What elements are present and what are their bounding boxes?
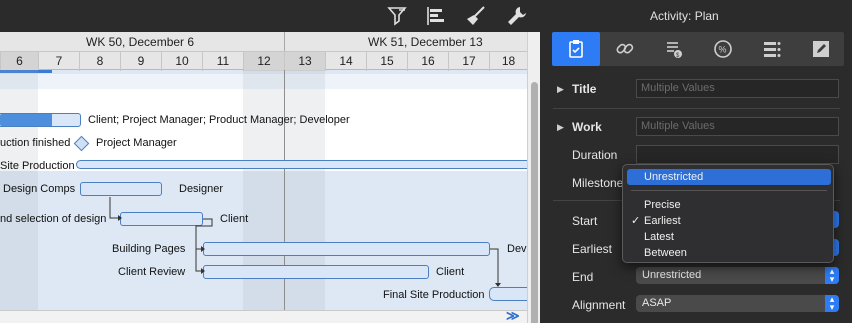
inspector-tab-bar: $ % xyxy=(552,32,844,66)
week-label: WK 50, December 6 xyxy=(86,35,195,49)
milestone-label: Milestone xyxy=(572,176,624,190)
day-cell: 6 xyxy=(0,52,38,71)
title-field[interactable]: Multiple Values xyxy=(636,79,839,98)
menu-item-unrestricted[interactable]: Unrestricted xyxy=(627,169,831,185)
list-icon xyxy=(764,42,781,57)
pencil-icon xyxy=(813,41,829,57)
work-field[interactable]: Multiple Values xyxy=(636,117,839,136)
start-label: Start xyxy=(572,214,598,228)
tab-percent[interactable]: % xyxy=(699,32,747,66)
end-popup[interactable]: Unrestricted ▴ ▾ xyxy=(636,267,839,284)
end-popup-value: Unrestricted xyxy=(642,269,702,281)
wrench-icon[interactable] xyxy=(505,4,529,28)
day-cell: 16 xyxy=(407,52,448,71)
title-label: Title xyxy=(572,82,597,96)
milestone-dropdown-menu[interactable]: Unrestricted Precise ✓ Earliest Latest B… xyxy=(622,164,834,263)
duration-field[interactable] xyxy=(636,145,839,164)
tab-clipboard[interactable] xyxy=(552,32,600,66)
activity-prefix: Activity: xyxy=(650,9,692,23)
clipboard-icon xyxy=(569,40,583,58)
more-indicator[interactable]: ≫ xyxy=(506,308,520,323)
horizontal-scrollbar[interactable] xyxy=(0,310,527,323)
filter-icon[interactable] xyxy=(385,4,409,28)
tab-link[interactable] xyxy=(601,32,649,66)
dependency-arrows xyxy=(109,197,501,287)
day-cell: 14 xyxy=(325,52,366,71)
earliest-label: Earliest xyxy=(572,242,613,256)
menu-item-latest[interactable]: Latest xyxy=(627,229,831,245)
gantt-chart[interactable]: WK 50, December 6 WK 51, December 13 6 7… xyxy=(0,0,540,323)
alignment-popup[interactable]: ASAP ▴ ▾ xyxy=(636,295,839,312)
day-cell: 17 xyxy=(448,52,489,71)
broom-icon[interactable] xyxy=(464,4,488,28)
scrollbar-thumb[interactable] xyxy=(531,82,538,323)
popup-arrows-icon: ▴▾ xyxy=(825,295,839,312)
week-label: WK 51, December 13 xyxy=(368,35,483,49)
day-cell: 7 xyxy=(38,52,79,71)
menu-separator xyxy=(631,190,827,191)
popup-arrows-icon: ▴▾ xyxy=(825,267,839,284)
tab-list[interactable] xyxy=(748,32,796,66)
day-cell: 9 xyxy=(120,52,161,71)
alignment-popup-value: ASAP xyxy=(642,297,672,309)
day-cell: 8 xyxy=(79,52,120,71)
day-cell: 11 xyxy=(202,52,243,71)
day-cell: 10 xyxy=(161,52,202,71)
tab-notes[interactable] xyxy=(797,32,845,66)
toolbar xyxy=(0,0,540,32)
svg-text:%: % xyxy=(719,45,727,55)
activity-name: Plan xyxy=(694,9,719,23)
day-cell: 15 xyxy=(366,52,407,71)
vertical-scrollbar[interactable] xyxy=(527,32,540,323)
timeline-header: WK 50, December 6 WK 51, December 13 6 7… xyxy=(0,32,527,71)
menu-item-earliest[interactable]: ✓ Earliest xyxy=(627,213,831,229)
menu-item-precise[interactable]: Precise xyxy=(627,197,831,213)
align-icon[interactable] xyxy=(424,4,448,28)
alignment-label: Alignment xyxy=(572,298,626,312)
work-label: Work xyxy=(572,120,602,134)
day-cell: 13 xyxy=(284,52,325,71)
cost-icon: $ xyxy=(667,42,682,59)
menu-item-between[interactable]: Between xyxy=(627,245,831,261)
day-row: 6 7 8 9 10 11 12 13 14 15 16 17 18 xyxy=(0,51,527,71)
percent-icon: % xyxy=(714,40,732,58)
activity-header: Activity: Plan xyxy=(650,9,719,23)
chart-body[interactable]: Client; Project Manager; Product Manager… xyxy=(0,70,527,323)
duration-label: Duration xyxy=(572,148,618,162)
work-disclosure-triangle[interactable]: ▶ xyxy=(557,122,564,133)
day-cell: 12 xyxy=(243,52,284,71)
link-icon xyxy=(616,43,634,54)
title-disclosure-triangle[interactable]: ▶ xyxy=(557,84,564,95)
divider xyxy=(553,108,840,109)
tab-cost[interactable]: $ xyxy=(650,32,698,66)
end-label: End xyxy=(572,270,594,284)
checkmark-icon: ✓ xyxy=(631,215,641,227)
menu-item-label: Earliest xyxy=(644,215,681,227)
day-cell: 18 xyxy=(489,52,527,71)
